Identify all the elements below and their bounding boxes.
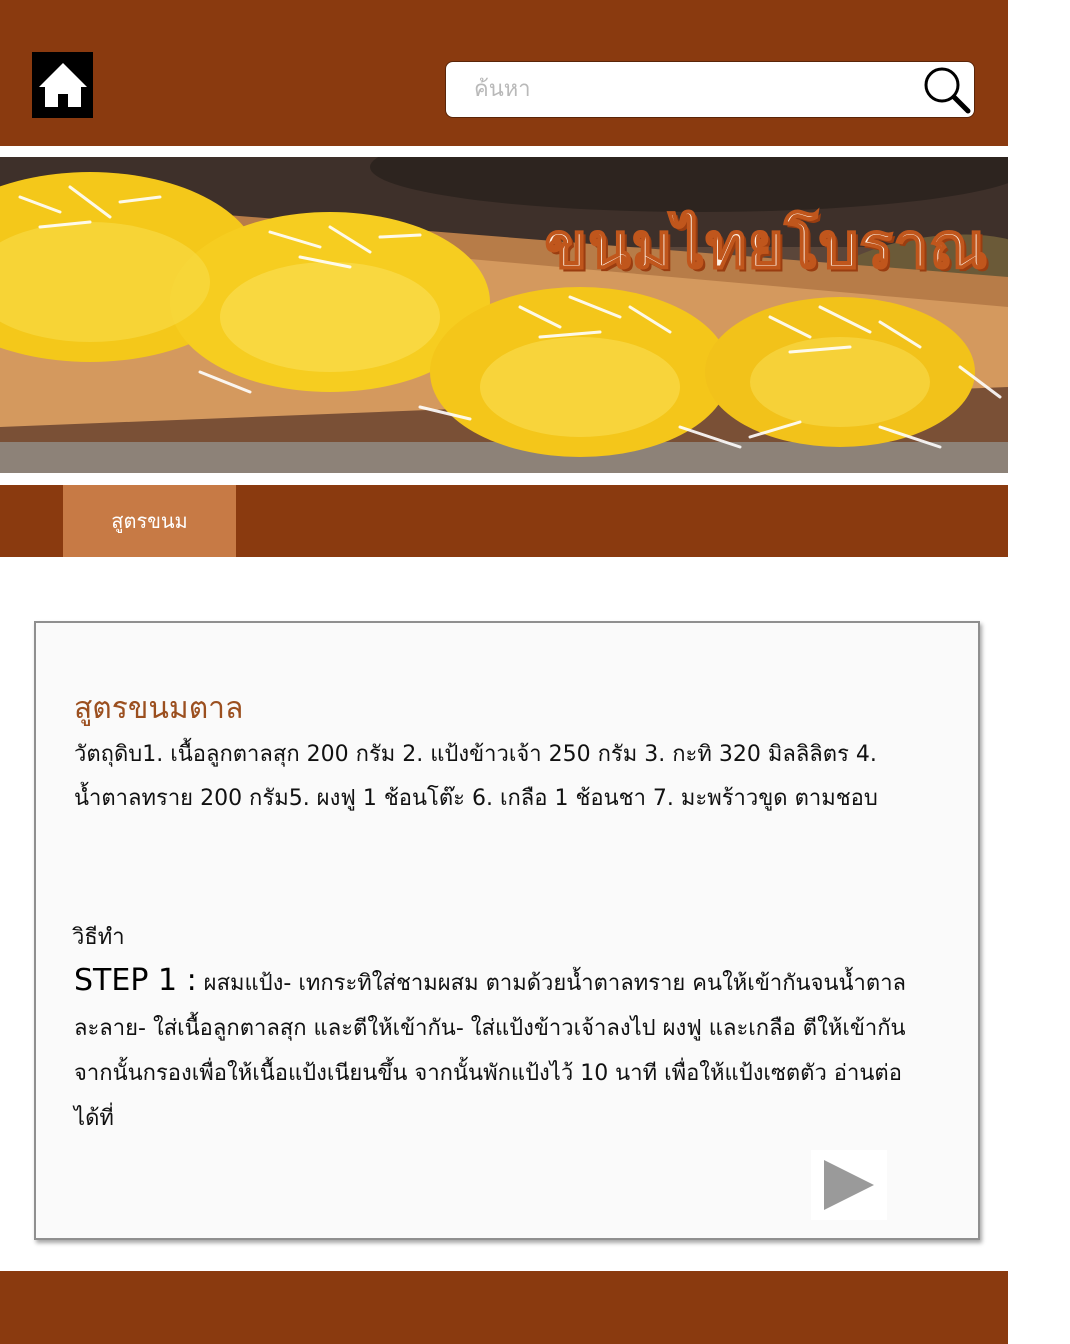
step-1: STEP 1 : ผสมแป้ง- เทกระทิใส่ชามผสม ตามด้… [74,958,914,1141]
next-button[interactable] [811,1150,887,1220]
method-heading: วิธีทำ [72,925,125,950]
step-label: STEP 1 : [74,963,197,998]
home-icon [38,63,87,107]
header [0,0,1008,146]
banner-title: ขนมไทยโบราณ [544,208,988,283]
search-box [445,61,975,118]
play-icon [824,1160,874,1210]
home-button[interactable] [32,52,93,118]
step-text: ผสมแป้ง- เทกระทิใส่ชามผสม ตามด้วยน้ำตาลท… [74,971,907,1131]
footer [0,1271,1008,1344]
banner: ขนมไทยโบราณ [0,157,1008,473]
recipe-title: สูตรขนมตาล [74,691,244,726]
navbar: สูตรขนม [0,485,1008,557]
recipe-card: สูตรขนมตาล วัตถุดิบ1. เนื้อลูกตาลสุก 200… [34,621,980,1240]
ingredients-text: วัตถุดิบ1. เนื้อลูกตาลสุก 200 กรัม 2. แป… [74,742,878,811]
search-input[interactable] [446,62,906,117]
page: ขนมไทยโบราณ สูตรขนม สูตรขนมตาล วัตถุดิบ1… [0,0,1070,1344]
tab-recipes[interactable]: สูตรขนม [63,485,236,557]
search-icon[interactable] [920,64,972,116]
